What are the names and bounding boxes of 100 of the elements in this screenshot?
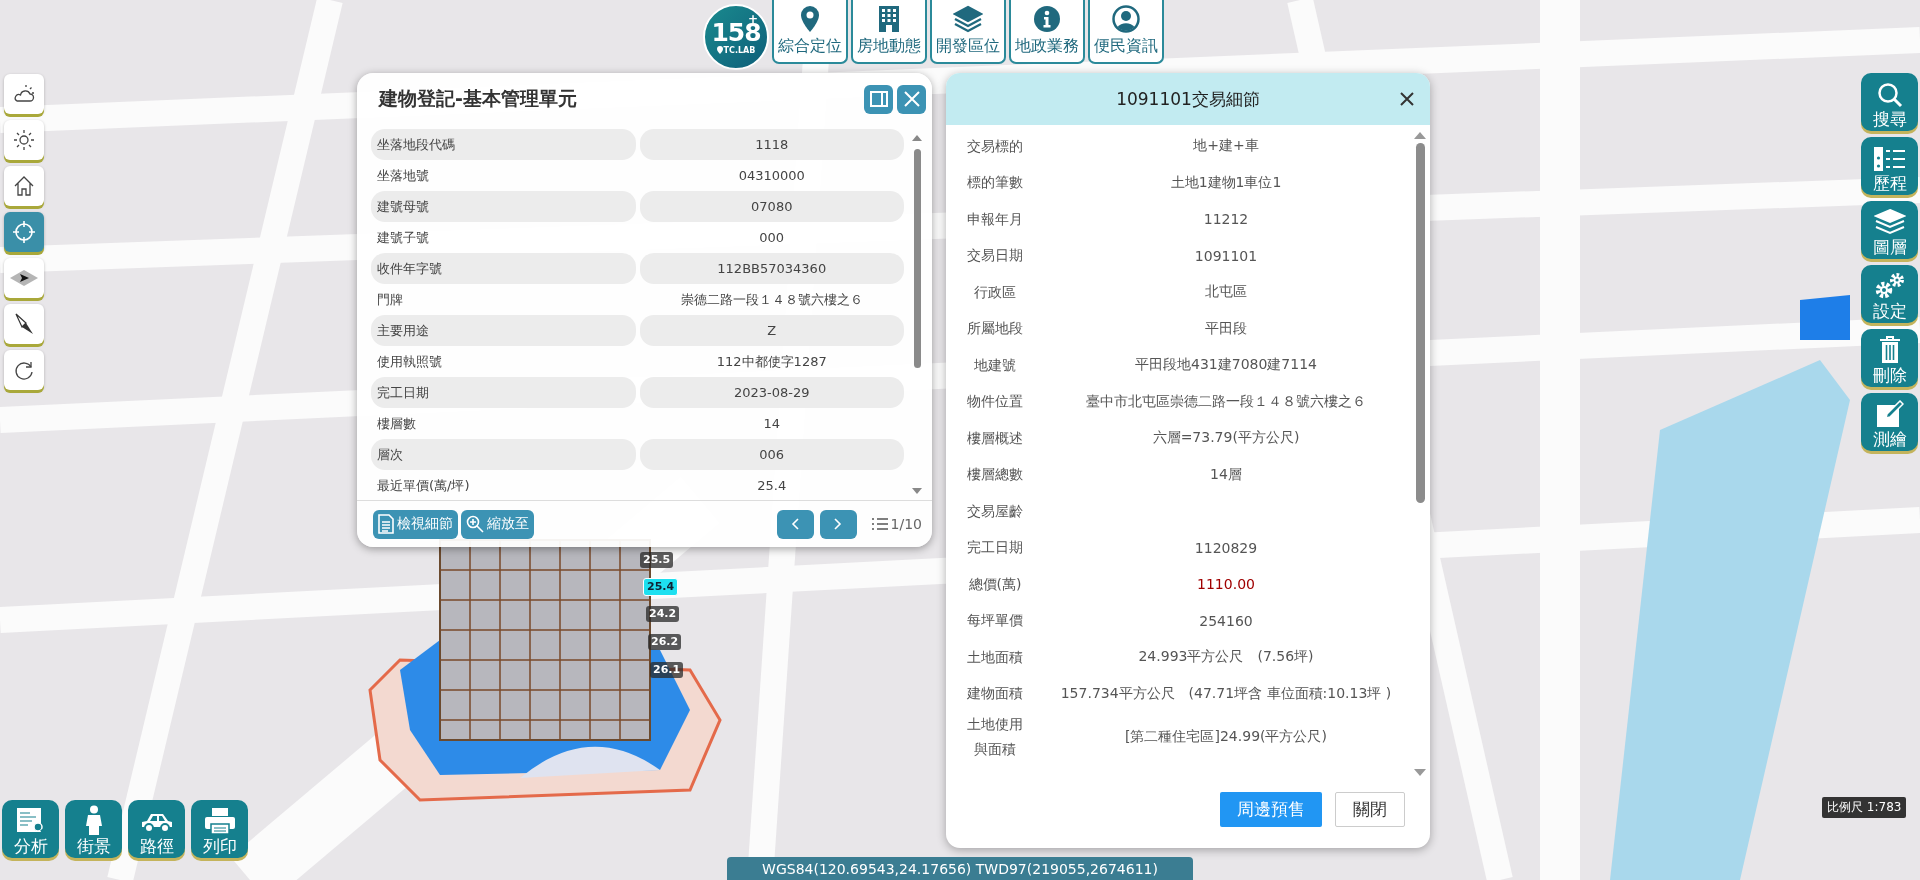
elevation-label[interactable]: 26.1 <box>650 662 684 678</box>
nav-button[interactable]: 便民資訊 <box>1088 0 1164 64</box>
layers-icon <box>1873 208 1906 236</box>
person-icon <box>84 805 103 835</box>
field-label: 交易日期 <box>967 246 1023 266</box>
home-icon <box>13 175 35 197</box>
field-value: 14 <box>762 415 781 433</box>
panel-title: 建物登記-基本管理單元 <box>379 86 578 111</box>
field-label: 物件位置 <box>967 392 1023 412</box>
map-scale: 比例尺 1:783 <box>1822 797 1907 818</box>
elevation-label[interactable]: 26.2 <box>648 634 682 650</box>
map-tool-button[interactable] <box>4 304 44 344</box>
map-tool-button[interactable] <box>4 350 44 390</box>
pin-icon <box>716 46 723 54</box>
field-label: 地建號 <box>974 355 1016 375</box>
cloud-sun-icon <box>12 84 36 104</box>
nav-button[interactable]: 房地動態 <box>851 0 927 64</box>
field-value: 112BB57034360 <box>639 253 904 284</box>
edit-icon <box>1875 400 1904 428</box>
tool-button[interactable]: 歷程 <box>1861 137 1918 195</box>
field-label: 坐落地段代碼 <box>371 129 636 160</box>
panel-icon <box>869 91 888 107</box>
field-value: 平田段地431建7080建7114 <box>1134 356 1318 375</box>
tool-button[interactable]: 搜尋 <box>1861 73 1918 131</box>
field-label: 建號子號 <box>376 228 430 247</box>
field-value: 25.4 <box>756 477 788 495</box>
map-pin-icon <box>798 5 822 33</box>
zoom-in-icon <box>466 515 484 533</box>
field-value: [第二種住宅區]24.99(平方公尺) <box>1124 728 1328 746</box>
field-value: 崇德二路一段１４８號六樓之６ <box>679 290 864 309</box>
document-icon <box>378 514 394 534</box>
printer-icon <box>203 807 236 835</box>
scroll-down-icon[interactable] <box>1414 769 1426 776</box>
field-value: 1118 <box>639 129 904 160</box>
rotate-icon <box>13 359 35 381</box>
tool-button[interactable]: 測繪 <box>1861 393 1918 451</box>
nav-button[interactable]: 綜合定位 <box>772 0 848 64</box>
nearby-presale-button[interactable]: 周邊預售 <box>1220 791 1322 827</box>
action-button[interactable]: 縮放至 <box>461 509 534 539</box>
field-label: 最近單價(萬/坪) <box>376 476 471 495</box>
tool-button[interactable]: 圖層 <box>1861 201 1918 259</box>
field-value: 07080 <box>639 191 904 222</box>
field-value: 地+建+車 <box>1192 137 1260 156</box>
close-dialog-button[interactable]: 關閉 <box>1335 791 1405 827</box>
previous-button[interactable] <box>776 509 814 539</box>
dialog-title: 1091101交易細節 <box>1116 87 1260 111</box>
elevation-label[interactable]: 24.2 <box>646 606 680 622</box>
field-label: 交易標的 <box>967 136 1023 156</box>
page-counter: 1/10 <box>890 516 922 532</box>
dock-button[interactable] <box>864 84 893 114</box>
field-value: 04310000 <box>737 167 806 185</box>
action-button[interactable]: 檢視細節 <box>373 509 458 539</box>
field-label: 樓層數 <box>376 414 417 433</box>
field-label: 每坪單價 <box>967 611 1023 631</box>
crosshair-icon <box>12 220 36 244</box>
tool-button[interactable]: 路徑 <box>128 800 185 858</box>
elevation-label[interactable]: 25.4 <box>643 578 679 596</box>
scroll-up-icon[interactable] <box>912 135 922 141</box>
field-label: 完工日期 <box>967 538 1023 558</box>
field-label: 土地面積 <box>967 647 1023 667</box>
field-value: 北屯區 <box>1204 283 1248 302</box>
field-value: 006 <box>639 439 904 470</box>
field-value: 1110.00 <box>1196 576 1256 593</box>
tool-button[interactable]: 分析 <box>2 800 59 858</box>
field-value: 六層=73.79(平方公尺) <box>1151 429 1301 448</box>
tool-button[interactable]: 刪除 <box>1861 329 1918 387</box>
tool-button[interactable]: 設定 <box>1861 265 1918 323</box>
trash-icon <box>1878 336 1901 364</box>
history-list-icon <box>1872 146 1907 172</box>
field-value: 臺中市北屯區崇德二路一段１４８號六樓之６ <box>1085 392 1367 411</box>
field-label: 完工日期 <box>371 377 636 408</box>
field-value: 000 <box>758 229 786 247</box>
field-label: 坐落地號 <box>376 166 430 185</box>
nav-button[interactable]: 地政業務 <box>1009 0 1085 64</box>
field-label: 總價(萬) <box>968 574 1022 594</box>
field-value: 112中都使字1287 <box>715 352 828 371</box>
field-label: 主要用途 <box>371 315 636 346</box>
scroll-up-icon[interactable] <box>1414 132 1426 139</box>
close-icon <box>1400 92 1414 106</box>
field-value: 11212 <box>1202 211 1250 228</box>
list-icon <box>871 517 888 531</box>
field-label: 交易屋齡 <box>967 501 1023 521</box>
field-label: 收件年字號 <box>371 253 636 284</box>
field-label: 門牌 <box>376 290 404 309</box>
field-value: 157.734平方公尺 (47.71坪含 車位面積:10.13坪 ) <box>1059 684 1393 703</box>
field-value: 平田段 <box>1204 319 1248 338</box>
field-label: 樓層概述 <box>967 428 1023 448</box>
nav-button[interactable]: 開發區位 <box>930 0 1006 64</box>
tool-button[interactable]: 街景 <box>65 800 122 858</box>
elevation-label[interactable]: 25.5 <box>640 552 674 568</box>
user-icon <box>1112 5 1140 33</box>
scroll-down-icon[interactable] <box>912 488 922 494</box>
field-label: 使用執照號 <box>376 352 443 371</box>
tool-button[interactable]: 列印 <box>191 800 248 858</box>
field-label: 土地使用與面積 <box>966 715 1024 759</box>
field-label: 標的筆數 <box>967 173 1023 193</box>
tilt-icon <box>9 269 39 287</box>
next-button[interactable] <box>819 509 857 539</box>
highlighted-parcel <box>1800 295 1850 340</box>
info-icon <box>1033 5 1061 33</box>
